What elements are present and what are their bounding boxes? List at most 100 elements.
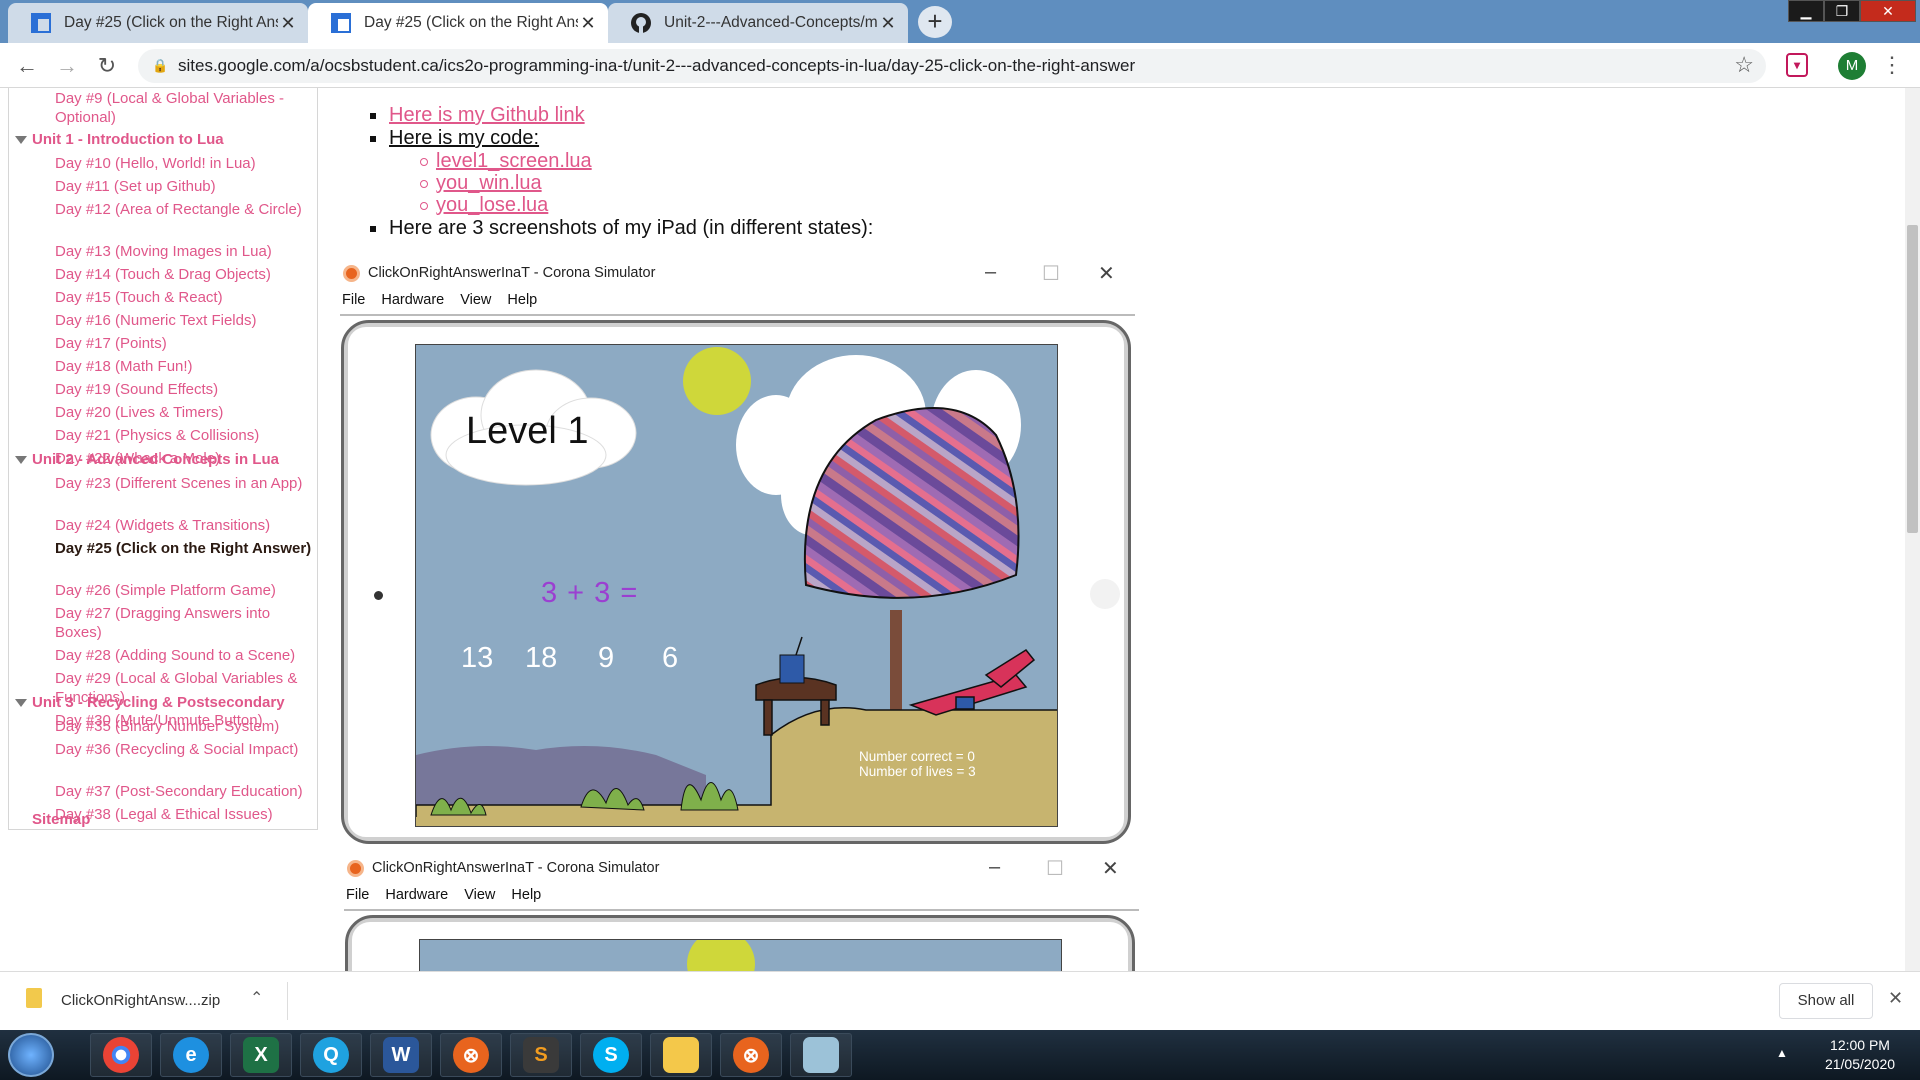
star-icon[interactable]: ☆ — [1734, 52, 1754, 78]
new-tab-button[interactable]: + — [918, 6, 952, 38]
home-button[interactable] — [1090, 579, 1120, 609]
corona-icon — [347, 859, 364, 877]
sidebar-item[interactable]: Day #15 (Touch & React) — [55, 288, 317, 307]
close-icon[interactable]: ✕ — [1098, 261, 1115, 286]
address-bar[interactable]: 🔒 sites.google.com/a/ocsbstudent.ca/ics2… — [138, 49, 1766, 83]
menu-hardware[interactable]: Hardware — [381, 292, 444, 308]
collapse-arrow-icon[interactable] — [15, 699, 27, 707]
sidebar-unit-1[interactable]: Unit 1 - Introduction to Lua — [32, 131, 224, 148]
sim-title: ClickOnRightAnswerInaT - Corona Simulato… — [368, 265, 656, 281]
menu-help[interactable]: Help — [507, 292, 537, 308]
restore-button[interactable]: ❐ — [1824, 0, 1860, 22]
code-file-link[interactable]: level1_screen.lua — [436, 150, 592, 172]
taskbar-app[interactable]: ⊗ — [440, 1033, 502, 1077]
tab-github[interactable]: Unit-2---Advanced-Concepts/main ✕ — [608, 3, 908, 43]
sidebar-item[interactable]: Day #11 (Set up Github) — [55, 177, 317, 196]
download-file-name[interactable]: ClickOnRightAnsw....zip — [61, 992, 220, 1009]
taskbar-app[interactable] — [90, 1033, 152, 1077]
taskbar-app[interactable]: W — [370, 1033, 432, 1077]
sidebar-item[interactable]: Day #20 (Lives & Timers) — [55, 403, 317, 422]
code-file-link[interactable]: you_win.lua — [436, 172, 542, 194]
taskbar-app[interactable] — [650, 1033, 712, 1077]
answer-option-4[interactable]: 6 — [662, 642, 678, 675]
sidebar-item[interactable]: Day #35 (Binary Number System) — [55, 717, 317, 736]
code-file-link[interactable]: you_lose.lua — [436, 194, 548, 216]
sidebar-item[interactable]: Day #9 (Local & Global Variables - Optio… — [55, 89, 305, 127]
minimize-icon[interactable]: – — [989, 856, 1000, 879]
taskbar-app[interactable]: ⊗ — [720, 1033, 782, 1077]
collapse-arrow-icon[interactable] — [15, 456, 27, 464]
sidebar-item[interactable]: Day #19 (Sound Effects) — [55, 380, 317, 399]
close-icon[interactable]: ✕ — [278, 13, 298, 34]
sidebar-item[interactable]: Day #37 (Post-Secondary Education) — [55, 782, 317, 801]
show-all-button[interactable]: Show all — [1779, 983, 1873, 1019]
scrollbar-thumb[interactable] — [1907, 225, 1918, 533]
start-button[interactable] — [8, 1033, 54, 1077]
clock[interactable]: 12:00 PM 21/05/2020 — [1810, 1036, 1910, 1074]
sidebar-item[interactable]: Day #38 (Legal & Ethical Issues) — [55, 805, 317, 824]
close-icon[interactable]: ✕ — [1102, 856, 1119, 881]
taskbar-app[interactable]: Q — [300, 1033, 362, 1077]
maximize-icon[interactable]: ☐ — [1046, 856, 1064, 881]
sim-menubar: File Hardware View Help — [344, 883, 541, 907]
corona-simulator-window-2: ClickOnRightAnswerInaT - Corona Simulato… — [344, 853, 1139, 971]
google-sites-icon — [331, 13, 351, 33]
menu-file[interactable]: File — [342, 292, 365, 308]
clock-date: 21/05/2020 — [1824, 1056, 1896, 1072]
sidebar-unit-3[interactable]: Unit 3 - Recycling & Postsecondary — [32, 694, 285, 711]
sidebar-item[interactable]: Day #25 (Click on the Right Answer) — [55, 539, 317, 558]
sidebar-item[interactable]: Day #12 (Area of Rectangle & Circle) — [55, 200, 317, 219]
sidebar-item[interactable]: Day #17 (Points) — [55, 334, 317, 353]
sidebar-item[interactable]: Day #16 (Numeric Text Fields) — [55, 311, 317, 330]
taskbar-app[interactable]: S — [510, 1033, 572, 1077]
close-icon[interactable]: ✕ — [578, 13, 598, 34]
chevron-up-icon[interactable]: ⌃ — [250, 988, 263, 1008]
tab-day25-2[interactable]: Day #25 (Click on the Right Answer) ✕ — [308, 3, 608, 43]
sidebar-item[interactable]: Day #21 (Physics & Collisions) — [55, 426, 317, 445]
minimize-button[interactable]: ▁ — [1788, 0, 1824, 22]
sidebar-unit-2[interactable]: Unit 2 - Advanced Concepts in Lua — [32, 451, 279, 468]
sidebar-item[interactable]: Day #26 (Simple Platform Game) — [55, 581, 317, 600]
sidebar-item[interactable]: Day #18 (Math Fun!) — [55, 357, 317, 376]
sim-titlebar: ClickOnRightAnswerInaT - Corona Simulato… — [340, 258, 1135, 288]
answer-option-2[interactable]: 18 — [525, 642, 557, 675]
answer-option-1[interactable]: 13 — [461, 642, 493, 675]
window-close-button[interactable]: ✕ — [1860, 0, 1916, 22]
sidebar-item[interactable]: Day #36 (Recycling & Social Impact) — [55, 740, 317, 759]
taskbar-app[interactable]: S — [580, 1033, 642, 1077]
close-icon[interactable]: ✕ — [1888, 988, 1903, 1009]
sidebar-item[interactable]: Day #13 (Moving Images in Lua) — [55, 242, 317, 261]
taskbar-app[interactable]: e — [160, 1033, 222, 1077]
menu-view[interactable]: View — [464, 887, 495, 903]
menu-file[interactable]: File — [346, 887, 369, 903]
sidebar-sitemap[interactable]: Sitemap — [32, 811, 90, 828]
taskbar-app[interactable]: X — [230, 1033, 292, 1077]
sidebar-item[interactable]: Day #23 (Different Scenes in an App) — [55, 474, 317, 493]
close-icon[interactable]: ✕ — [878, 13, 898, 34]
taskbar-app[interactable] — [790, 1033, 852, 1077]
minimize-icon[interactable]: – — [985, 261, 996, 284]
sidebar-item[interactable]: Day #14 (Touch & Drag Objects) — [55, 265, 317, 284]
menu-view[interactable]: View — [460, 292, 491, 308]
menu-hardware[interactable]: Hardware — [385, 887, 448, 903]
extension-icon[interactable]: ▾ — [1786, 53, 1808, 77]
list-item: level1_screen.lua — [420, 149, 592, 173]
github-link[interactable]: Here is my Github link — [389, 104, 585, 126]
forward-arrow-icon[interactable]: → — [52, 51, 82, 81]
hills — [416, 746, 706, 805]
menu-help[interactable]: Help — [511, 887, 541, 903]
page-scrollbar[interactable] — [1905, 88, 1920, 971]
back-arrow-icon[interactable]: ← — [12, 51, 42, 81]
sidebar-item[interactable]: Day #27 (Dragging Answers into Boxes) — [55, 604, 317, 642]
sidebar-item[interactable]: Day #28 (Adding Sound to a Scene) — [55, 646, 317, 665]
menu-dots-icon[interactable]: ⋮ — [1880, 51, 1904, 79]
answer-option-3[interactable]: 9 — [598, 642, 614, 675]
maximize-icon[interactable]: ☐ — [1042, 261, 1060, 286]
tray-arrow-icon[interactable]: ▲ — [1776, 1046, 1788, 1060]
sidebar-item[interactable]: Day #24 (Widgets & Transitions) — [55, 516, 317, 535]
sidebar-item[interactable]: Day #10 (Hello, World! in Lua) — [55, 154, 317, 173]
reload-icon[interactable]: ↻ — [92, 51, 122, 81]
collapse-arrow-icon[interactable] — [15, 136, 27, 144]
avatar[interactable]: M — [1838, 52, 1866, 80]
tab-day25-1[interactable]: Day #25 (Click on the Right Answer) ✕ — [8, 3, 308, 43]
